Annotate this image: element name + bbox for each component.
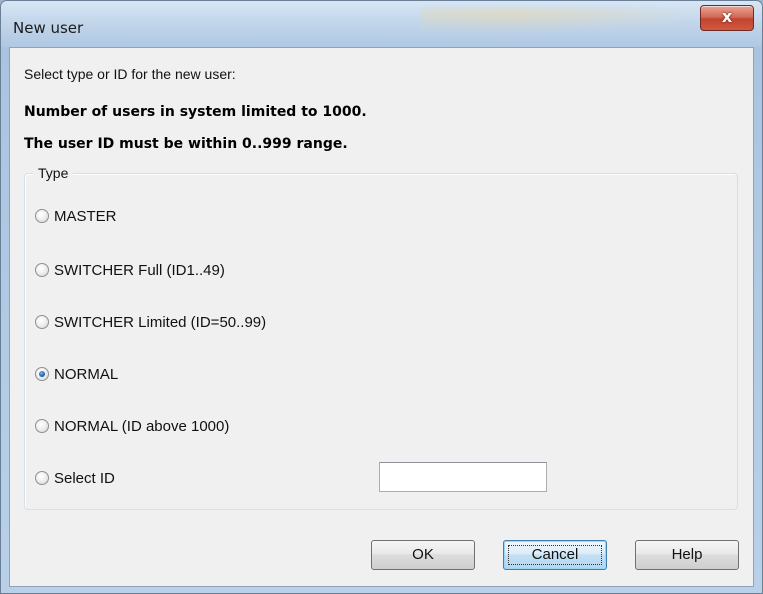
radio-option-switcher-limited[interactable]: SWITCHER Limited (ID=50..99) xyxy=(35,312,266,332)
close-icon: x xyxy=(721,7,733,26)
title-bar-background xyxy=(421,7,701,33)
window-title: New user xyxy=(13,19,84,37)
radio-button[interactable] xyxy=(35,419,49,433)
radio-button[interactable] xyxy=(35,263,49,277)
cancel-button[interactable]: Cancel xyxy=(503,540,607,570)
type-group-label: Type xyxy=(33,165,74,181)
radio-label[interactable]: NORMAL xyxy=(54,366,118,383)
new-user-dialog: New user x Select type or ID for the new… xyxy=(0,0,763,594)
radio-label[interactable]: SWITCHER Full (ID1..49) xyxy=(54,262,225,279)
user-limit-text: Number of users in system limited to 100… xyxy=(24,104,367,120)
dialog-body: Select type or ID for the new user: Numb… xyxy=(9,47,754,587)
radio-option-master[interactable]: MASTER xyxy=(35,206,117,226)
radio-button[interactable] xyxy=(35,209,49,223)
radio-option-switcher-full[interactable]: SWITCHER Full (ID1..49) xyxy=(35,260,225,280)
radio-option-normal-above-1000[interactable]: NORMAL (ID above 1000) xyxy=(35,416,229,436)
radio-label[interactable]: NORMAL (ID above 1000) xyxy=(54,418,229,435)
radio-label[interactable]: MASTER xyxy=(54,208,117,225)
help-button[interactable]: Help xyxy=(635,540,739,570)
title-bar[interactable]: New user x xyxy=(1,1,762,47)
select-id-input[interactable] xyxy=(379,462,547,492)
ok-button[interactable]: OK xyxy=(371,540,475,570)
radio-label[interactable]: SWITCHER Limited (ID=50..99) xyxy=(54,314,266,331)
radio-option-normal[interactable]: NORMAL xyxy=(35,364,118,384)
instruction-text: Select type or ID for the new user: xyxy=(24,66,236,82)
id-range-text: The user ID must be within 0..999 range. xyxy=(24,136,348,152)
radio-button[interactable] xyxy=(35,471,49,485)
cancel-button-label: Cancel xyxy=(531,546,579,563)
close-button[interactable]: x xyxy=(700,5,754,31)
radio-label[interactable]: Select ID xyxy=(54,470,115,487)
type-group: Type MASTER SWITCHER Full (ID1..49) SWIT… xyxy=(24,165,738,510)
radio-button[interactable] xyxy=(35,315,49,329)
radio-button-selected[interactable] xyxy=(35,367,49,381)
radio-option-select-id[interactable]: Select ID xyxy=(35,468,115,488)
